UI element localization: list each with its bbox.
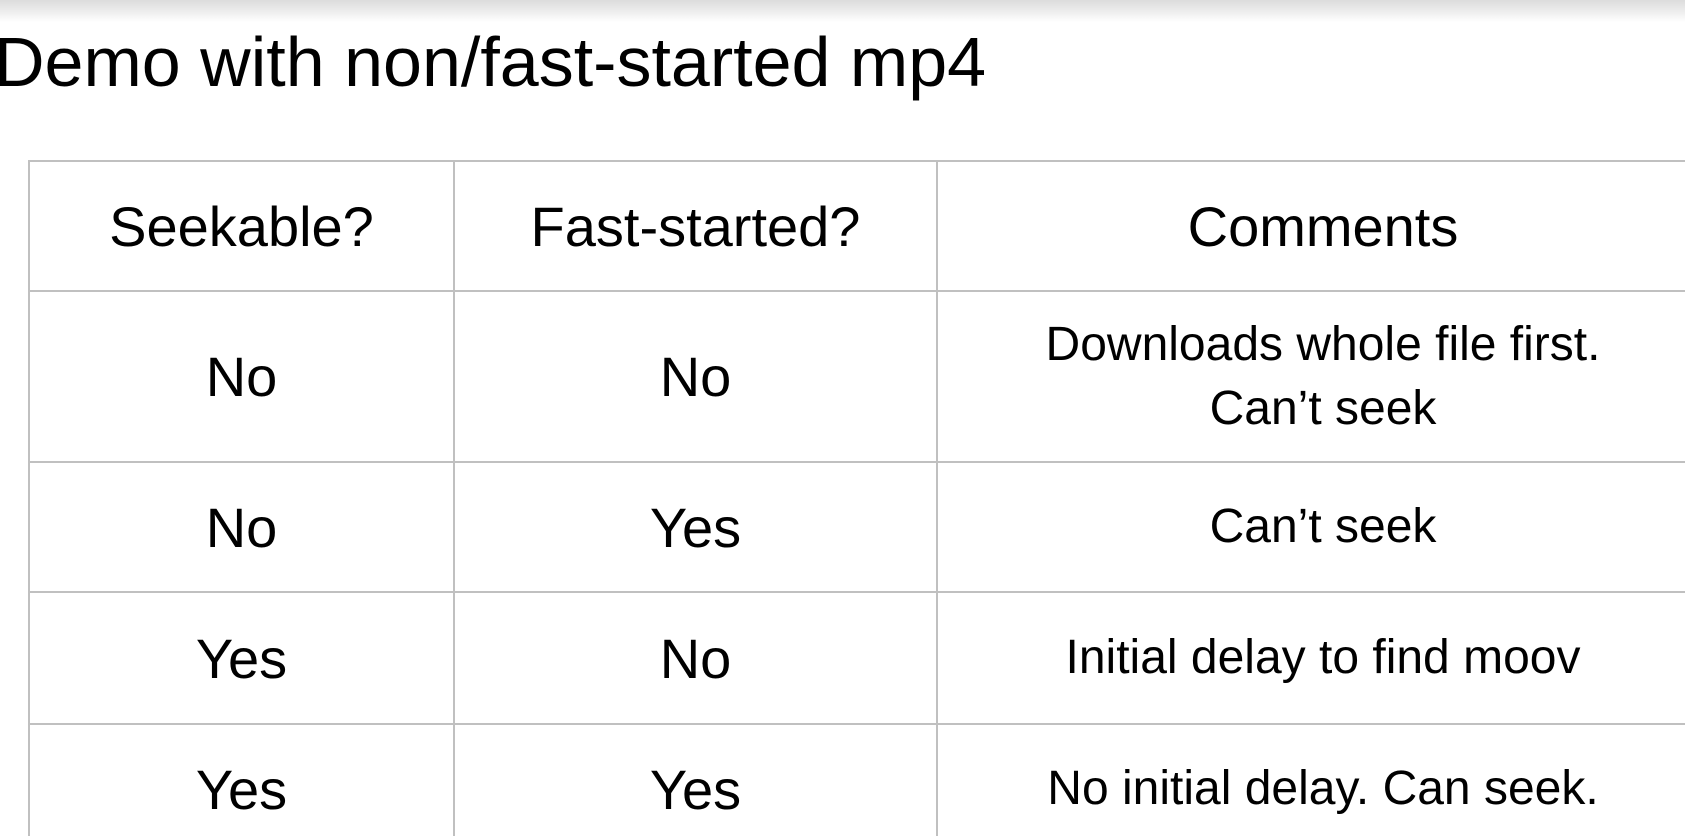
comment-line: No initial delay. Can seek. <box>1047 762 1599 815</box>
cell-seekable: Yes <box>28 723 455 836</box>
table-row: Yes Yes No initial delay. Can seek. <box>28 723 1685 836</box>
comment-line: Downloads whole file first. <box>1045 317 1601 371</box>
header-fast-started: Fast-started? <box>453 160 938 292</box>
slide: Demo with non/fast-started mp4 Seekable?… <box>0 0 1685 836</box>
table-row: No No Downloads whole file first. Can’t … <box>28 290 1685 463</box>
header-comments: Comments <box>936 160 1685 292</box>
comment-line: Initial delay to find moov <box>1065 631 1581 684</box>
comparison-table: Seekable? Fast-started? Comments No No D… <box>28 160 1685 836</box>
slide-title: Demo with non/fast-started mp4 <box>0 23 987 101</box>
header-seekable: Seekable? <box>28 160 455 292</box>
cell-seekable: Yes <box>28 591 455 725</box>
cell-seekable: No <box>28 461 455 593</box>
cell-fast-started: No <box>453 290 938 463</box>
cell-comments: Can’t seek <box>936 461 1685 593</box>
table-row: Yes No Initial delay to find moov <box>28 591 1685 725</box>
comment-line: Can’t seek <box>1209 500 1437 553</box>
header-row: Seekable? Fast-started? Comments <box>28 160 1685 292</box>
cell-fast-started: Yes <box>453 723 938 836</box>
cell-comments: Downloads whole file first. Can’t seek <box>936 290 1685 463</box>
top-shadow <box>0 0 1685 22</box>
cell-comments: No initial delay. Can seek. <box>936 723 1685 836</box>
comment-line: Can’t seek <box>1209 381 1437 435</box>
cell-fast-started: No <box>453 591 938 725</box>
cell-comments: Initial delay to find moov <box>936 591 1685 725</box>
table-row: No Yes Can’t seek <box>28 461 1685 593</box>
cell-seekable: No <box>28 290 455 463</box>
cell-fast-started: Yes <box>453 461 938 593</box>
